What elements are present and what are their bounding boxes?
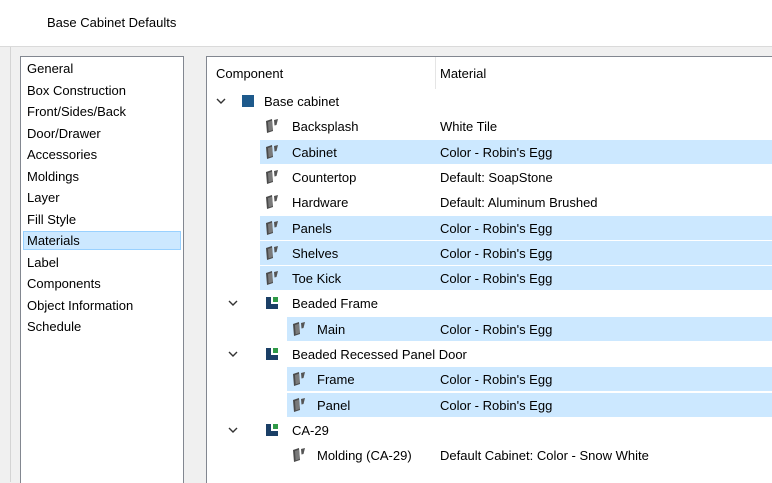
material-paint-icon <box>264 169 280 185</box>
material-paint-icon <box>291 371 307 387</box>
tree-group-row[interactable]: CA-29 <box>207 418 772 443</box>
material-column-header[interactable]: Material <box>440 66 486 81</box>
component-label: CA-29 <box>292 422 329 438</box>
component-label: Countertop <box>292 169 357 185</box>
window-title: Base Cabinet Defaults <box>47 15 177 30</box>
tree-row[interactable]: Countertop Default: SoapStone <box>207 165 772 190</box>
component-label: Toe Kick <box>292 271 342 287</box>
chevron-down-icon[interactable] <box>227 297 239 309</box>
material-value: Default: SoapStone <box>440 169 553 185</box>
material-paint-icon <box>291 397 307 413</box>
material-value: White Tile <box>440 119 498 135</box>
component-column-header[interactable]: Component <box>216 66 283 81</box>
component-label: Beaded Frame <box>292 296 378 312</box>
nav-item-schedule[interactable]: Schedule <box>23 317 181 336</box>
nav-item-box-construction[interactable]: Box Construction <box>23 81 181 100</box>
component-green-icon <box>264 295 280 311</box>
tree-group-row[interactable]: Base cabinet <box>207 89 772 114</box>
nav-item-moldings[interactable]: Moldings <box>23 167 181 186</box>
material-value: Color - Robin's Egg <box>440 397 553 413</box>
dialog-left-border <box>10 47 11 482</box>
nav-item-object-information[interactable]: Object Information <box>23 296 181 315</box>
material-paint-icon <box>264 270 280 286</box>
nav-item-accessories[interactable]: Accessories <box>23 145 181 164</box>
material-value: Color - Robin's Egg <box>440 144 553 160</box>
component-label: Shelves <box>292 245 339 261</box>
square-blue-icon <box>240 93 256 109</box>
material-value: Color - Robin's Egg <box>440 321 553 337</box>
material-paint-icon <box>264 118 280 134</box>
tree-header: Component Material <box>207 57 772 89</box>
chevron-down-icon[interactable] <box>227 348 239 360</box>
component-label: Molding (CA-29) <box>317 448 412 464</box>
material-paint-icon <box>291 447 307 463</box>
category-list[interactable]: General Box Construction Front/Sides/Back D… <box>20 56 184 483</box>
component-label: Cabinet <box>292 144 337 160</box>
material-value: Default Cabinet: Color - Snow White <box>440 448 649 464</box>
component-label: Hardware <box>292 195 349 211</box>
material-paint-icon <box>264 220 280 236</box>
materials-tree[interactable]: Component Material Base cabinet Backsplas… <box>206 56 772 483</box>
nav-item-components[interactable]: Components <box>23 274 181 293</box>
component-green-icon <box>264 422 280 438</box>
tree-row[interactable]: Backsplash White Tile <box>207 114 772 139</box>
component-label: Backsplash <box>292 119 359 135</box>
tree-row[interactable]: Main Color - Robin's Egg <box>207 316 772 342</box>
column-separator[interactable] <box>435 57 436 89</box>
tree-row[interactable]: Molding (CA-29) Default Cabinet: Color - … <box>207 443 772 468</box>
material-value: Color - Robin's Egg <box>440 245 553 261</box>
nav-item-fill-style[interactable]: Fill Style <box>23 210 181 229</box>
material-paint-icon <box>264 144 280 160</box>
tree-row[interactable]: Frame Color - Robin's Egg <box>207 367 772 392</box>
material-value: Color - Robin's Egg <box>440 271 553 287</box>
nav-item-layer[interactable]: Layer <box>23 188 181 207</box>
component-label: Frame <box>317 372 355 388</box>
nav-item-general[interactable]: General <box>23 59 181 78</box>
tree-row[interactable]: Panels Color - Robin's Egg <box>207 215 772 241</box>
nav-item-door-drawer[interactable]: Door/Drawer <box>23 124 181 143</box>
tree-group-row[interactable]: Beaded Recessed Panel Door <box>207 342 772 367</box>
material-value: Color - Robin's Egg <box>440 220 553 236</box>
tree-row[interactable]: Panel Color - Robin's Egg <box>207 392 772 418</box>
material-paint-icon <box>264 194 280 210</box>
tree-row[interactable]: Shelves Color - Robin's Egg <box>207 240 772 266</box>
tree-group-row[interactable]: Beaded Frame <box>207 291 772 316</box>
nav-item-materials[interactable]: Materials <box>23 231 181 250</box>
nav-item-label[interactable]: Label <box>23 253 181 272</box>
nav-item-front-sides-back[interactable]: Front/Sides/Back <box>23 102 181 121</box>
component-label: Beaded Recessed Panel Door <box>292 347 467 362</box>
material-paint-icon <box>291 321 307 337</box>
title-bar: Base Cabinet Defaults <box>0 0 772 46</box>
tree-row[interactable]: Cabinet Color - Robin's Egg <box>207 139 772 165</box>
component-label: Panel <box>317 397 351 413</box>
component-label: Base cabinet <box>264 94 340 109</box>
component-label: Panels <box>292 220 332 236</box>
tree-row[interactable]: Hardware Default: Aluminum Brushed <box>207 190 772 215</box>
chevron-down-icon[interactable] <box>215 95 227 107</box>
title-separator <box>0 46 772 47</box>
material-paint-icon <box>264 245 280 261</box>
component-label: Main <box>317 321 346 337</box>
material-value: Default: Aluminum Brushed <box>440 195 598 211</box>
material-value: Color - Robin's Egg <box>440 372 553 388</box>
chevron-down-icon[interactable] <box>227 424 239 436</box>
component-green-icon <box>264 346 280 362</box>
tree-row[interactable]: Toe Kick Color - Robin's Egg <box>207 266 772 291</box>
